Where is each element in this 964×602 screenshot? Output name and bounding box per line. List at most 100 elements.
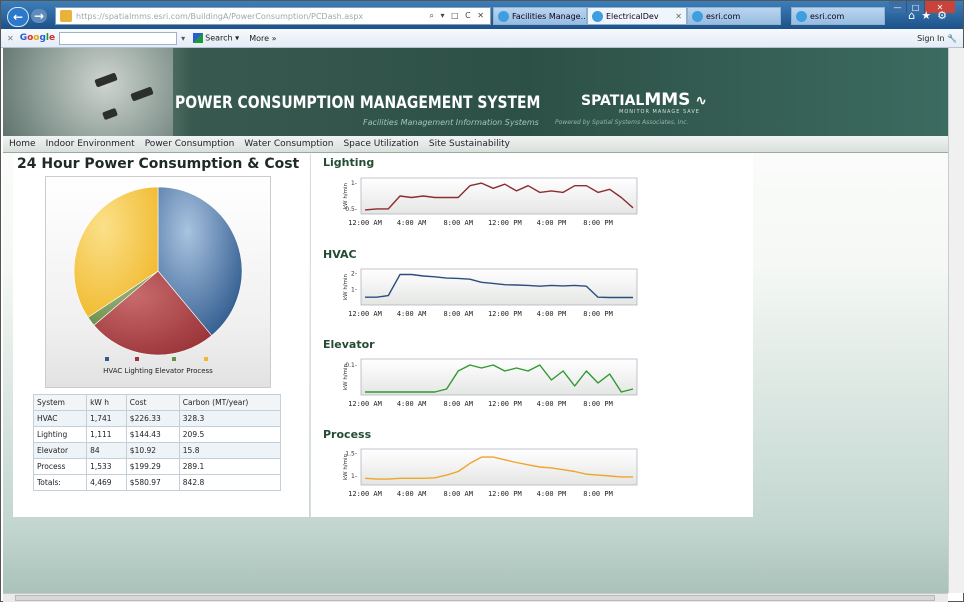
x-tick-label: 12:00 AM — [348, 400, 382, 408]
address-bar[interactable]: https://spatialmms.esri.com/BuildingA/Po… — [55, 7, 491, 25]
google-search-button[interactable]: Search ▾ — [193, 33, 239, 43]
table-header-row: System kW h Cost Carbon (MT/year) — [32, 394, 282, 411]
google-logo: Google — [19, 33, 56, 43]
y-axis-label: kW h/min — [343, 363, 349, 390]
nav-space-utilization[interactable]: Space Utilization — [343, 139, 418, 149]
cell: 209.5 — [178, 426, 282, 443]
tab-label: ElectricalDev — [606, 11, 659, 21]
legend-swatch-process — [204, 357, 208, 361]
legend-swatches — [46, 357, 270, 363]
plot-area — [360, 358, 638, 396]
tab-esri-1[interactable]: esri.com — [687, 7, 781, 25]
y-axis-label: kW h/min — [343, 453, 349, 480]
page-title: 24 Hour Power Consumption & Cost — [17, 156, 300, 172]
legend-swatch-hvac — [105, 357, 109, 361]
x-tick-label: 4:00 PM — [537, 219, 567, 227]
table-row: HVAC 1,741 $226.33 328.3 — [32, 410, 282, 427]
col-cost: Cost — [125, 394, 180, 411]
col-system: System — [32, 394, 88, 411]
page-content: POWER CONSUMPTION MANAGEMENT SYSTEM Faci… — [3, 48, 948, 593]
col-carbon: Carbon (MT/year) — [178, 394, 282, 411]
tab-label: esri.com — [810, 11, 845, 21]
outlet-image — [3, 48, 173, 136]
cell: Process — [32, 458, 88, 475]
outlet-slot — [130, 86, 154, 102]
address-text: https://spatialmms.esri.com/BuildingA/Po… — [76, 11, 364, 21]
cell: $199.29 — [125, 458, 180, 475]
scroll-thumb[interactable] — [15, 595, 935, 601]
x-tick-label: 8:00 PM — [583, 490, 613, 498]
x-tick-label: 12:00 PM — [488, 219, 522, 227]
outlet-slot — [102, 107, 118, 121]
more-button[interactable]: More » — [249, 34, 276, 43]
cell: $144.43 — [125, 426, 180, 443]
y-axis-label: kW h/min — [343, 273, 349, 300]
search-icon — [193, 33, 204, 43]
legend-text: HVAC Lighting Elevator Process — [103, 367, 213, 375]
minimize-icon[interactable]: — — [889, 1, 907, 13]
col-kwh: kW h — [86, 394, 127, 411]
x-tick-label: 12:00 PM — [488, 400, 522, 408]
x-tick-label: 4:00 PM — [537, 400, 567, 408]
x-tick-label: 12:00 PM — [488, 310, 522, 318]
cell: $226.33 — [125, 410, 180, 427]
google-toolbar: ✕ Google ▾ Search ▾ More » Sign In 🔧 — [1, 29, 963, 48]
banner-powered-by: Powered by Spatial Systems Associates, I… — [555, 119, 689, 126]
ie-tab-icon — [796, 10, 807, 22]
browser-window: ← → https://spatialmms.esri.com/Building… — [0, 0, 964, 602]
summary-panel: 24 Hour Power Consumption & Cost HVAC Li… — [13, 154, 309, 517]
nav-indoor-environment[interactable]: Indoor Environment — [46, 139, 135, 149]
table-row: Process 1,533 $199.29 289.1 — [32, 458, 282, 475]
cell: $580.97 — [125, 474, 180, 491]
tab-label: esri.com — [706, 11, 741, 21]
pie-chart-box: HVAC Lighting Elevator Process — [45, 176, 271, 388]
forward-button[interactable]: → — [31, 9, 47, 23]
nav-home[interactable]: Home — [9, 139, 36, 149]
x-tick-label: 12:00 AM — [348, 310, 382, 318]
sign-in-button[interactable]: Sign In 🔧 — [917, 34, 957, 43]
tab-electricaldev[interactable]: ElectricalDev ✕ — [587, 7, 687, 25]
hvac-chart: 1- 2-kW h/min 12:00 AM 4:00 AM 8:00 AM 12:00 … — [343, 268, 638, 318]
cell: HVAC — [32, 410, 88, 427]
chevron-down-icon[interactable]: ▾ — [181, 34, 185, 43]
gear-icon[interactable]: ⚙ — [937, 9, 953, 22]
address-tools-icon[interactable]: ⌕ ▾ □ C ✕ — [429, 11, 490, 21]
more-label: More — [249, 33, 270, 43]
logo-mms: MMS — [644, 90, 691, 110]
cell: 84 — [86, 442, 127, 459]
x-tick-label: 12:00 AM — [348, 219, 382, 227]
totals-row: Totals: 4,469 $580.97 842.8 — [32, 474, 282, 491]
x-tick-label: 8:00 AM — [443, 310, 473, 318]
nav-water-consumption[interactable]: Water Consumption — [244, 139, 333, 149]
consumption-table: System kW h Cost Carbon (MT/year) HVAC 1,… — [32, 394, 282, 491]
back-button[interactable]: ← — [7, 7, 29, 27]
favorites-icon[interactable]: ★ — [921, 9, 937, 22]
x-tick-label: 12:00 PM — [488, 490, 522, 498]
google-search-input[interactable] — [59, 31, 178, 45]
tab-facilities[interactable]: Facilities Manage... — [493, 7, 587, 25]
x-tick-label: 4:00 AM — [397, 490, 427, 498]
lighting-chart: 0.5-1-kW h/min12:00 AM 4:00 AM 8:00 AM 12:0… — [343, 177, 638, 227]
tab-label: Facilities Manage... — [512, 11, 587, 21]
cell: 1,741 — [86, 410, 127, 427]
cell: 842.8 — [178, 474, 282, 491]
home-icon[interactable]: ⌂ — [908, 9, 921, 22]
site-icon — [60, 10, 72, 22]
logo-text: SPATIAL — [581, 93, 645, 109]
nav-power-consumption[interactable]: Power Consumption — [145, 139, 235, 149]
browser-tool-icons: ⌂★⚙ — [908, 9, 953, 22]
table-row: Lighting 1,111 $144.43 209.5 — [32, 426, 282, 443]
search-label: Search — [205, 33, 233, 43]
cell: 4,469 — [86, 474, 127, 491]
close-toolbar-icon[interactable]: ✕ — [7, 34, 14, 43]
nav-site-sustainability[interactable]: Site Sustainability — [429, 139, 510, 149]
cell: Totals: — [32, 474, 88, 491]
pulse-icon: ∿ — [695, 93, 708, 109]
vertical-scrollbar[interactable] — [948, 48, 964, 593]
cell: Elevator — [32, 442, 88, 459]
horizontal-scrollbar[interactable] — [3, 593, 948, 602]
y-tick-label: 1- — [351, 286, 357, 293]
cell: Lighting — [32, 426, 88, 443]
tab-esri-2[interactable]: esri.com — [791, 7, 885, 25]
close-tab-icon[interactable]: ✕ — [675, 12, 682, 21]
